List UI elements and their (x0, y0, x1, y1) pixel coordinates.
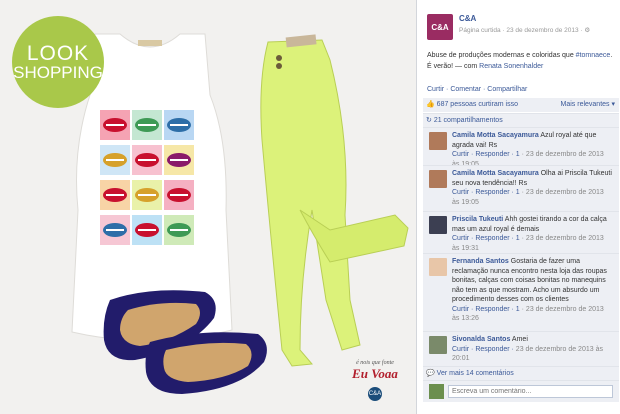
product-photo[interactable]: LOOK SHOPPING é nois que fonte Eu Voaa C… (0, 0, 416, 414)
comment-item: Priscila Tukeuti Ahh gostei tirando a co… (423, 211, 619, 253)
commenter-avatar[interactable] (429, 170, 447, 188)
comment-meta: Curtir · Responder · 23 de dezembro de 2… (452, 345, 612, 364)
comment-item: Fernanda Santos Gostaria de fazer uma re… (423, 253, 619, 331)
look-shopping-badge: LOOK SHOPPING (12, 16, 104, 108)
comment-body: Sivonalda Santos Amei Curtir · Responder… (452, 335, 612, 364)
commenter-name[interactable]: Camila Motta Sacayamura (452, 170, 539, 177)
caption-text: Abuse de produções modernas e coloridas … (427, 52, 574, 59)
comment-meta: Curtir · Responder · 1 · 23 de dezembro … (452, 234, 612, 253)
shares-count[interactable]: 21 compartilhamentos (434, 117, 503, 124)
comment-body: Camila Motta Sacayamura Olha ai Priscila… (452, 169, 612, 207)
comment-actions[interactable]: Curtir · Responder · (452, 235, 516, 242)
likes-bar[interactable]: 👍 687 pessoas curtiram isso Mais relevan… (423, 98, 619, 112)
comment-actions[interactable]: Curtir · Responder · (452, 346, 516, 353)
caption-with: — com (455, 63, 478, 70)
comment-meta: Curtir · Responder · 1 · 23 de dezembro … (452, 305, 612, 324)
commenter-name[interactable]: Priscila Tukeuti (452, 216, 503, 223)
photo-credit-watermark: é nois que fonte Eu Voaa C&A (345, 360, 405, 401)
view-more-label[interactable]: Ver mais 14 comentários (437, 370, 514, 377)
comment-actions[interactable]: Curtir · Responder · (452, 151, 516, 158)
commenter-avatar[interactable] (429, 258, 447, 276)
likes-count[interactable]: 687 pessoas curtiram isso (437, 101, 518, 108)
page-avatar[interactable]: C&A (427, 14, 453, 40)
comment-body: Fernanda Santos Gostaria de fazer uma re… (452, 257, 612, 324)
badge-line-2: SHOPPING (13, 63, 103, 82)
commenter-avatar[interactable] (429, 132, 447, 150)
comment-text: Amei (511, 336, 528, 343)
commenter-avatar[interactable] (429, 216, 447, 234)
thumbs-up-icon: 👍 (426, 101, 435, 108)
post-meta: Página curtida · 23 de dezembro de 2013 … (459, 27, 591, 34)
post-header: C&A C&A Página curtida · 23 de dezembro … (427, 12, 617, 42)
post-actions[interactable]: Curtir · Comentar · Compartilhar (427, 86, 527, 93)
commenter-name[interactable]: Sivonalda Santos (452, 336, 510, 343)
comment-actions[interactable]: Curtir · Responder · (452, 189, 516, 196)
tagged-person-link[interactable]: Renata Sonenhalder (479, 63, 543, 70)
comment-body: Camila Motta Sacayamura Azul royal até q… (452, 131, 612, 169)
commenter-name[interactable]: Camila Motta Sacayamura (452, 132, 539, 139)
view-more-comments-link[interactable]: 💬 Ver mais 14 comentários (423, 366, 619, 380)
commenter-name[interactable]: Fernanda Santos (452, 258, 509, 265)
comment-actions[interactable]: Curtir · Responder · (452, 306, 516, 313)
credit-logo: C&A (368, 387, 382, 401)
credit-script-text: Eu Voaa (352, 366, 398, 381)
comment-body: Priscila Tukeuti Ahh gostei tirando a co… (452, 215, 612, 253)
post-caption: Abuse de produções modernas e coloridas … (427, 50, 617, 72)
facebook-photo-viewer: LOOK SHOPPING é nois que fonte Eu Voaa C… (0, 0, 620, 414)
comment-item: Sivonalda Santos Amei Curtir · Responder… (423, 331, 619, 366)
badge-line-1: LOOK (26, 42, 90, 65)
shares-bar[interactable]: ↻ 21 compartilhamentos (423, 113, 619, 127)
post-sidebar: C&A C&A Página curtida · 23 de dezembro … (416, 0, 620, 414)
comment-bubble-icon: 💬 (426, 370, 435, 377)
write-comment-row (423, 380, 619, 402)
comment-input[interactable] (448, 385, 613, 398)
caption-hashtag-link[interactable]: #tomnaece (576, 52, 611, 59)
relevance-dropdown[interactable]: Mais relevantes ▾ (561, 98, 615, 112)
current-user-avatar (429, 384, 444, 399)
comment-item: Camila Motta Sacayamura Olha ai Priscila… (423, 165, 619, 211)
comment-item: Camila Motta Sacayamura Azul royal até q… (423, 127, 619, 168)
commenter-avatar[interactable] (429, 336, 447, 354)
share-icon: ↻ (426, 117, 432, 124)
page-name-link[interactable]: C&A (459, 14, 476, 23)
comment-meta: Curtir · Responder · 1 · 23 de dezembro … (452, 188, 612, 207)
